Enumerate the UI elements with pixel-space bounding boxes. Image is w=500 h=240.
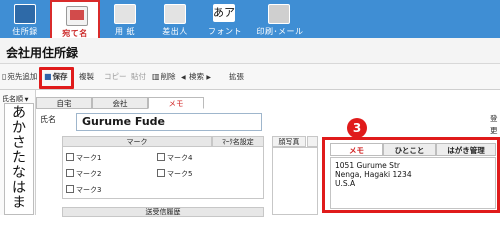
save-button-highlight — [39, 67, 74, 89]
tab-address-book-label: 住所録 — [12, 27, 38, 36]
kana-index-ka[interactable]: か — [5, 121, 33, 136]
printer-icon — [268, 4, 290, 24]
mark1-label: マーク1 — [76, 154, 102, 162]
tab-font[interactable]: あア フォント — [200, 0, 250, 38]
document-icon: ▯ — [2, 72, 7, 81]
tab-paper[interactable]: 用 紙 — [100, 0, 150, 38]
tab-paper-label: 用 紙 — [114, 27, 136, 36]
kana-index: あ か さ た な は ま — [4, 103, 34, 215]
paper-icon — [114, 4, 136, 24]
mark2-label: マーク2 — [76, 170, 102, 178]
memo-tab-comment[interactable]: ひとこと — [383, 143, 436, 156]
edge-label-2: 更 — [490, 126, 498, 135]
kana-index-a[interactable]: あ — [5, 106, 33, 121]
photo-trash-icon[interactable] — [307, 136, 318, 147]
mark4-checkbox[interactable]: マーク4 — [157, 153, 192, 163]
toolbar — [0, 64, 500, 90]
address-book-icon — [14, 4, 36, 24]
expand-label: 拡張 — [229, 72, 244, 81]
mark-header: マーク — [62, 136, 212, 147]
tab-memo[interactable]: メモ — [148, 97, 204, 109]
tab-sender-label: 差出人 — [162, 27, 188, 36]
tab-home[interactable]: 自宅 — [36, 97, 92, 109]
delete-button[interactable]: ▥削除 — [152, 69, 176, 85]
mark5-label: マーク5 — [167, 170, 193, 178]
mark3-checkbox[interactable]: マーク3 — [66, 185, 101, 195]
tab-font-label: フォント — [208, 27, 242, 36]
name-label: 氏名 — [40, 115, 56, 124]
kana-index-ha[interactable]: は — [5, 181, 33, 196]
search-button[interactable]: ◀ 検索 ▶ — [181, 69, 212, 85]
tab-print-mail-label: 印刷･メール — [256, 27, 304, 36]
memo-textarea[interactable]: 1051 Gurume Str Nenga, Hagaki 1234 U.S.A — [330, 157, 496, 209]
expand-button[interactable]: 拡張 — [229, 69, 244, 85]
mark5-checkbox[interactable]: マーク5 — [157, 169, 192, 179]
prev-arrow-icon: ◀ — [181, 74, 186, 81]
search-label: 検索 — [189, 72, 205, 81]
delete-label: 削除 — [160, 72, 176, 81]
kana-index-ma[interactable]: ま — [5, 196, 33, 211]
window-title: 会社用住所録 — [6, 46, 79, 60]
mark4-label: マーク4 — [167, 154, 193, 162]
tab-address-label[interactable]: 宛て名 — [50, 0, 100, 38]
duplicate-button[interactable]: 複製 — [79, 69, 94, 85]
trash-icon: ▥ — [152, 72, 160, 81]
sender-icon — [164, 4, 186, 24]
font-icon: あア — [213, 4, 235, 22]
paste-button[interactable]: 貼付 — [131, 69, 146, 85]
copy-button[interactable]: コピー — [104, 69, 127, 85]
kana-index-ta[interactable]: た — [5, 151, 33, 166]
tab-sender[interactable]: 差出人 — [150, 0, 200, 38]
paste-label: 貼付 — [131, 72, 146, 81]
mark-name-settings-button[interactable]: ﾏｰｸ名設定 — [212, 136, 264, 147]
mark1-checkbox[interactable]: マーク1 — [66, 153, 101, 163]
next-arrow-icon: ▶ — [206, 74, 212, 81]
add-address-label: 宛先追加 — [7, 72, 38, 81]
kana-index-na[interactable]: な — [5, 166, 33, 181]
copy-label: コピー — [104, 72, 127, 81]
add-address-button[interactable]: ▯宛先追加 — [2, 69, 37, 85]
mark3-label: マーク3 — [76, 186, 102, 194]
kana-index-sa[interactable]: さ — [5, 136, 33, 151]
tab-address-book[interactable]: 住所録 — [0, 0, 50, 38]
duplicate-label: 複製 — [79, 72, 94, 81]
memo-tab-memo[interactable]: メモ — [330, 143, 383, 156]
photo-frame[interactable] — [272, 147, 318, 215]
tab-print-mail[interactable]: 印刷･メール — [250, 0, 310, 38]
mark2-checkbox[interactable]: マーク2 — [66, 169, 101, 179]
step-badge: 3 — [347, 118, 367, 138]
photo-label: 顔写真 — [272, 136, 306, 147]
sort-label: 氏名順 — [2, 95, 23, 103]
memo-tab-postcard[interactable]: はがき管理 — [436, 143, 496, 156]
envelope-icon — [66, 6, 88, 26]
tab-company[interactable]: 会社 — [92, 97, 148, 109]
name-field[interactable]: Gurume Fude — [76, 113, 262, 131]
edge-label-1: 登 — [490, 114, 498, 123]
history-header: 送受信履歴 — [62, 207, 264, 217]
